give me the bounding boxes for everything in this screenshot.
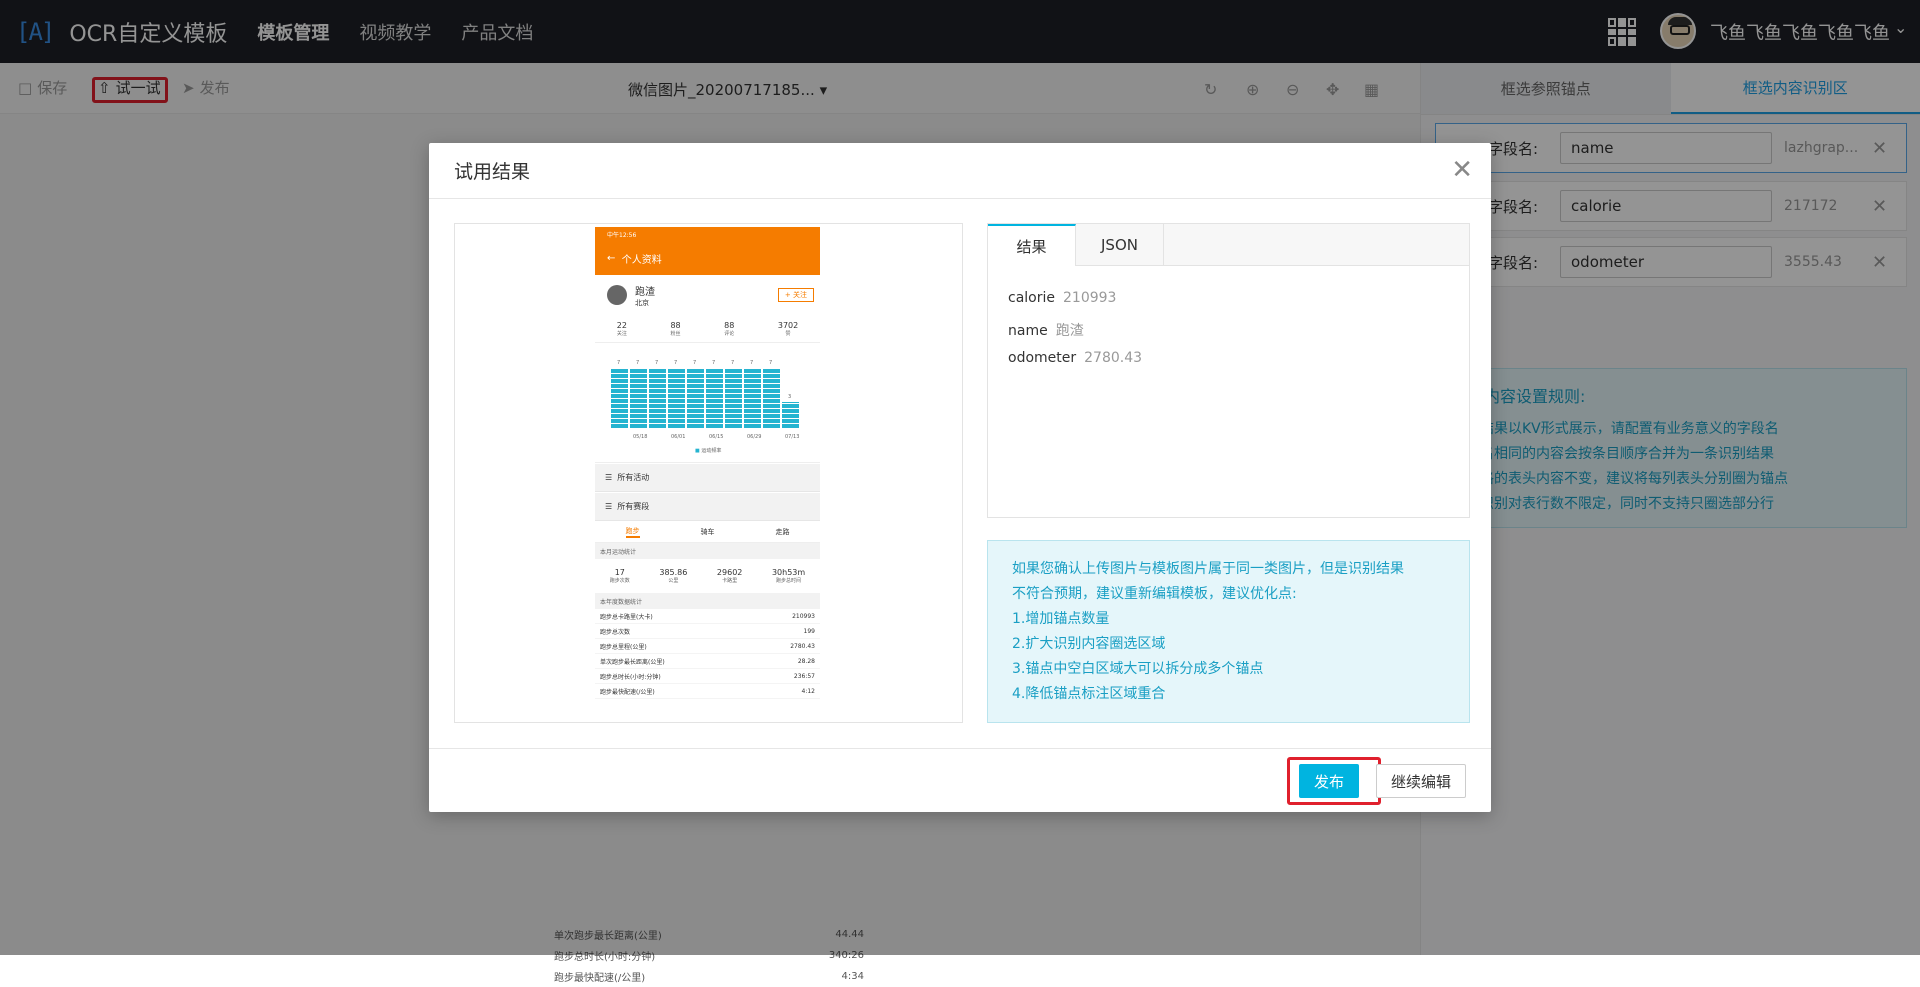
tab-json[interactable]: JSON [1076,224,1164,265]
bar-label: 7 [712,360,715,366]
phone-year-rows: 跑步总卡路里(大卡)210993跑步总次数199跑步总里程(公里)2780.43… [595,609,820,699]
year-row: 跑步总卡路里(大卡)210993 [595,609,820,624]
chart-bar [706,368,723,428]
advice-line: 如果您确认上传图片与模板图片属于同一类图片，但是识别结果 [1012,557,1445,582]
advice-line: 不符合预期，建议重新编辑模板，建议优化点: [1012,582,1445,607]
phone-menu: ☰ 所有赛段 [595,493,820,521]
phone-stat: 88粉丝 [670,321,680,337]
bar-label: 7 [636,360,639,366]
chart-bar [725,368,742,428]
phone-month-stats: 17跑步次数 385.86公里 29602卡路里 30h53m跑步总时间 [595,559,820,593]
month-stat: 17跑步次数 [610,568,630,584]
bar-label: 7 [750,360,753,366]
phone-menu: ☰ 所有活动 [595,464,820,492]
bar-label: 7 [617,360,620,366]
chart-bar [763,368,780,428]
phone-stat: 88评论 [724,321,734,337]
bar-label: 7 [655,360,658,366]
image-preview: 中午12:56 ← 个人资料 跑渣北京 + 关注 22关注88粉丝88评论370… [454,223,963,723]
phone-tabs: 跑步骑车走路 [595,521,820,543]
advice-line: 2.扩大识别内容圈选区域 [1012,632,1445,657]
bar-label: 7 [731,360,734,366]
x-tick-label: 06/15 [709,434,723,440]
modal-footer: 发布 继续编辑 [429,748,1491,812]
publish-button[interactable]: 发布 [1299,764,1359,798]
bar-label: 7 [693,360,696,366]
year-row: 跑步最快配速(/公里)4:12 [595,684,820,699]
phone-screenshot: 中午12:56 ← 个人资料 跑渣北京 + 关注 22关注88粉丝88评论370… [595,227,820,721]
result-panel: 结果 JSON calorie210993 name跑渣 odometer278… [987,223,1470,518]
bar-label: 3 [788,394,791,400]
result-item: calorie210993 [1008,290,1449,320]
chart-bar [649,368,666,428]
phone-stat: 22关注 [617,321,627,337]
phone-status: 中午12:56 [595,227,820,241]
tab-result[interactable]: 结果 [988,224,1076,266]
year-row: 单次跑步最长距离(公里)28.28 [595,654,820,669]
phone-section: 本年度数据统计 [595,593,820,609]
trial-result-modal: 试用结果 ✕ 中午12:56 ← 个人资料 跑渣北京 + 关注 22关注 88粉丝… [429,143,1491,812]
close-icon[interactable]: ✕ [1451,155,1473,185]
bar-label: 7 [769,360,772,366]
month-stat: 30h53m跑步总时间 [772,568,805,584]
continue-edit-button[interactable]: 继续编辑 [1376,764,1466,798]
phone-header: ← 个人资料 [595,241,820,275]
x-tick-label: 06/01 [671,434,685,440]
chart-bar [782,402,799,428]
result-item: odometer2780.43 [1008,350,1449,380]
year-row: 跑步总次数199 [595,624,820,639]
year-row: 跑步总时长(小时:分钟)236:57 [595,669,820,684]
chart-bar [668,368,685,428]
result-item: name跑渣 [1008,320,1449,350]
chart-bar [687,368,704,428]
advice-line: 3.锚点中空白区域大可以拆分成多个锚点 [1012,657,1445,682]
month-stat: 29602卡路里 [717,568,742,584]
modal-title: 试用结果 [429,143,1491,199]
x-tick-label: 05/18 [633,434,647,440]
x-tick-label: 07/13 [785,434,799,440]
advice-line: 4.降低锚点标注区域重合 [1012,682,1445,707]
month-stat: 385.86公里 [659,568,687,584]
phone-chart: ■ 运动频率 777777777305/1806/0106/1506/2907/… [595,343,820,463]
advice-box: 如果您确认上传图片与模板图片属于同一类图片，但是识别结果 不符合预期，建议重新编… [987,540,1470,723]
x-tick-label: 06/29 [747,434,761,440]
year-row: 跑步总里程(公里)2780.43 [595,639,820,654]
advice-line: 1.增加锚点数量 [1012,607,1445,632]
list-item: 跑步最快配速(/公里)4:34 [554,966,864,987]
chart-bar [611,368,628,428]
phone-stat: 3702赞 [778,321,798,337]
chart-bar [744,368,761,428]
bar-label: 7 [674,360,677,366]
phone-profile: 跑渣北京 + 关注 [595,275,820,315]
chart-bar [630,368,647,428]
phone-stats: 22关注 88粉丝 88评论 3702赞 [595,315,820,343]
phone-section: 本月运动统计 [595,543,820,559]
